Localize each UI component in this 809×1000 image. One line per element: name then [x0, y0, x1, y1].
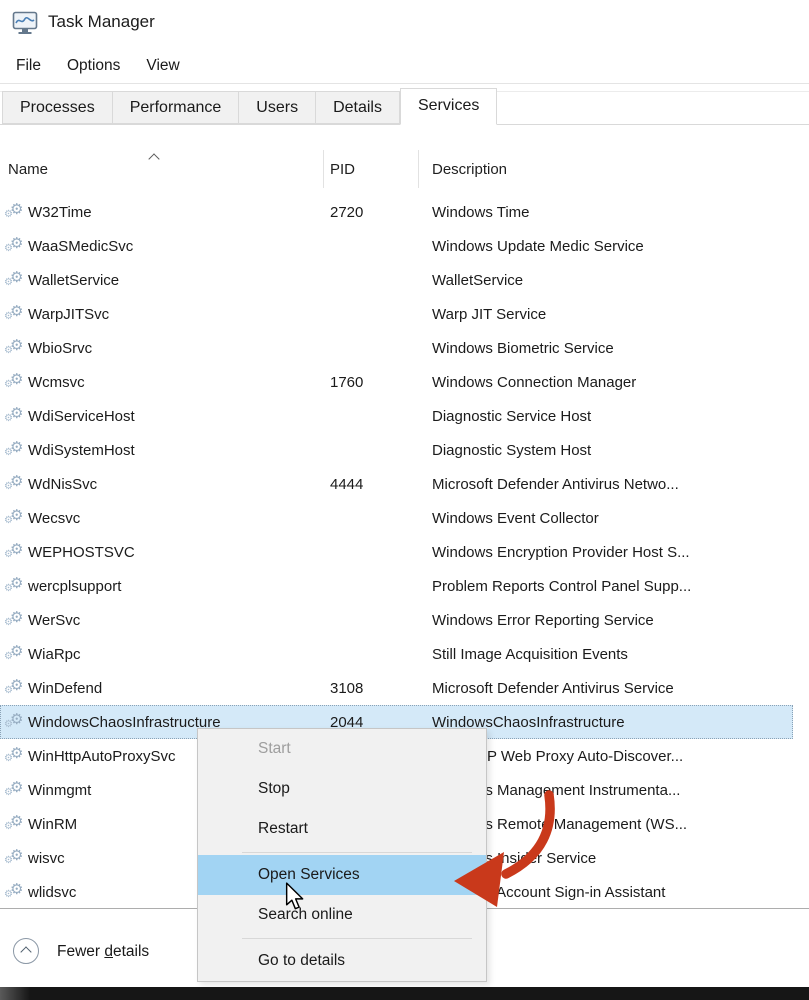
service-name: Wcmsvc [28, 374, 324, 391]
column-header-pid[interactable]: PID [324, 150, 419, 188]
service-gear-icon: ⚙⚙ [0, 467, 28, 501]
service-gear-icon: ⚙⚙ [0, 875, 28, 909]
service-name: WiaRpc [28, 646, 324, 663]
service-description: Windows Error Reporting Service [419, 612, 793, 629]
table-row[interactable]: ⚙⚙ WalletService WalletService [0, 263, 793, 297]
service-gear-icon: ⚙⚙ [0, 331, 28, 365]
table-row[interactable]: ⚙⚙ WerSvc Windows Error Reporting Servic… [0, 603, 793, 637]
menubar-item-view[interactable]: View [133, 52, 192, 80]
tab-processes[interactable]: Processes [2, 91, 113, 124]
window-title: Task Manager [48, 12, 155, 32]
service-name: WinDefend [28, 680, 324, 697]
chevron-up-circle-icon[interactable] [13, 938, 39, 964]
service-gear-icon: ⚙⚙ [0, 739, 28, 773]
context-menu-item-start[interactable]: Start [198, 729, 486, 769]
service-pid: 1760 [324, 374, 419, 391]
task-manager-app-icon [12, 10, 38, 36]
menubar-item-options[interactable]: Options [54, 52, 133, 80]
service-gear-icon: ⚙⚙ [0, 671, 28, 705]
column-header-description[interactable]: Description [419, 150, 793, 188]
table-row[interactable]: ⚙⚙ wercplsupport Problem Reports Control… [0, 569, 793, 603]
service-name: Wecsvc [28, 510, 324, 527]
service-description: WalletService [419, 272, 793, 289]
service-gear-icon: ⚙⚙ [0, 501, 28, 535]
menubar-item-file[interactable]: File [3, 52, 54, 80]
service-gear-icon: ⚙⚙ [0, 263, 28, 297]
mouse-cursor-icon [284, 882, 306, 912]
service-gear-icon: ⚙⚙ [0, 807, 28, 841]
service-gear-icon: ⚙⚙ [0, 535, 28, 569]
service-name: WbioSrvc [28, 340, 324, 357]
service-description: Diagnostic System Host [419, 442, 793, 459]
sort-ascending-icon [150, 153, 159, 162]
table-row[interactable]: ⚙⚙ WiaRpc Still Image Acquisition Events [0, 637, 793, 671]
service-description: Problem Reports Control Panel Supp... [419, 578, 793, 595]
table-row[interactable]: ⚙⚙ W32Time 2720 Windows Time [0, 195, 793, 229]
table-row[interactable]: ⚙⚙ WEPHOSTSVC Windows Encryption Provide… [0, 535, 793, 569]
table-row[interactable]: ⚙⚙ WbioSrvc Windows Biometric Service [0, 331, 793, 365]
service-pid: 2720 [324, 204, 419, 221]
context-menu-separator [198, 935, 486, 941]
service-description: Windows Biometric Service [419, 340, 793, 357]
tab-users[interactable]: Users [239, 91, 316, 124]
tab-performance[interactable]: Performance [113, 91, 240, 124]
service-description: Windows Update Medic Service [419, 238, 793, 255]
service-description: Windows Time [419, 204, 793, 221]
service-description: Diagnostic Service Host [419, 408, 793, 425]
service-gear-icon: ⚙⚙ [0, 399, 28, 433]
service-name: WalletService [28, 272, 324, 289]
service-description: Microsoft Defender Antivirus Netwo... [419, 476, 793, 493]
service-gear-icon: ⚙⚙ [0, 603, 28, 637]
service-pid: 3108 [324, 680, 419, 697]
service-name: WEPHOSTSVC [28, 544, 324, 561]
table-row[interactable]: ⚙⚙ WinDefend 3108 Microsoft Defender Ant… [0, 671, 793, 705]
service-description: Warp JIT Service [419, 306, 793, 323]
service-gear-icon: ⚙⚙ [0, 433, 28, 467]
service-description: Still Image Acquisition Events [419, 646, 793, 663]
table-row[interactable]: ⚙⚙ WdiServiceHost Diagnostic Service Hos… [0, 399, 793, 433]
fewer-details-button[interactable]: Fewer details [57, 943, 149, 961]
table-row[interactable]: ⚙⚙ WaaSMedicSvc Windows Update Medic Ser… [0, 229, 793, 263]
table-row[interactable]: ⚙⚙ Wcmsvc 1760 Windows Connection Manage… [0, 365, 793, 399]
menu-bar: FileOptionsView [0, 52, 193, 80]
table-row[interactable]: ⚙⚙ WdiSystemHost Diagnostic System Host [0, 433, 793, 467]
service-description: Microsoft Defender Antivirus Service [419, 680, 793, 697]
service-gear-icon: ⚙⚙ [0, 841, 28, 875]
service-gear-icon: ⚙⚙ [0, 569, 28, 603]
service-name: wercplsupport [28, 578, 324, 595]
title-bar: Task Manager [0, 0, 809, 46]
service-name: W32Time [28, 204, 324, 221]
service-gear-icon: ⚙⚙ [0, 297, 28, 331]
red-arrow-annotation [440, 780, 570, 915]
service-description: Windows Encryption Provider Host S... [419, 544, 793, 561]
column-header-name[interactable]: Name [0, 150, 324, 188]
tab-services[interactable]: Services [400, 88, 497, 125]
service-gear-icon: ⚙⚙ [0, 229, 28, 263]
service-name: WarpJITSvc [28, 306, 324, 323]
tab-details[interactable]: Details [316, 91, 400, 124]
tab-strip: ProcessesPerformanceUsersDetailsServices [0, 91, 809, 125]
table-header: Name PID Description [0, 150, 793, 188]
service-name: WaaSMedicSvc [28, 238, 324, 255]
service-gear-icon: ⚙⚙ [0, 705, 28, 739]
bottom-black-bar [0, 987, 809, 1000]
service-gear-icon: ⚙⚙ [0, 365, 28, 399]
menubar-divider [0, 83, 809, 84]
service-description: Windows Event Collector [419, 510, 793, 527]
service-gear-icon: ⚙⚙ [0, 637, 28, 671]
service-gear-icon: ⚙⚙ [0, 195, 28, 229]
service-name: WdiSystemHost [28, 442, 324, 459]
table-row[interactable]: ⚙⚙ WdNisSvc 4444 Microsoft Defender Anti… [0, 467, 793, 501]
context-menu-item-go-to-details[interactable]: Go to details [198, 941, 486, 981]
service-name: WerSvc [28, 612, 324, 629]
table-row[interactable]: ⚙⚙ Wecsvc Windows Event Collector [0, 501, 793, 535]
service-pid: 4444 [324, 476, 419, 493]
service-name: WdNisSvc [28, 476, 324, 493]
table-row[interactable]: ⚙⚙ WarpJITSvc Warp JIT Service [0, 297, 793, 331]
service-description: Windows Connection Manager [419, 374, 793, 391]
service-name: WdiServiceHost [28, 408, 324, 425]
service-gear-icon: ⚙⚙ [0, 773, 28, 807]
